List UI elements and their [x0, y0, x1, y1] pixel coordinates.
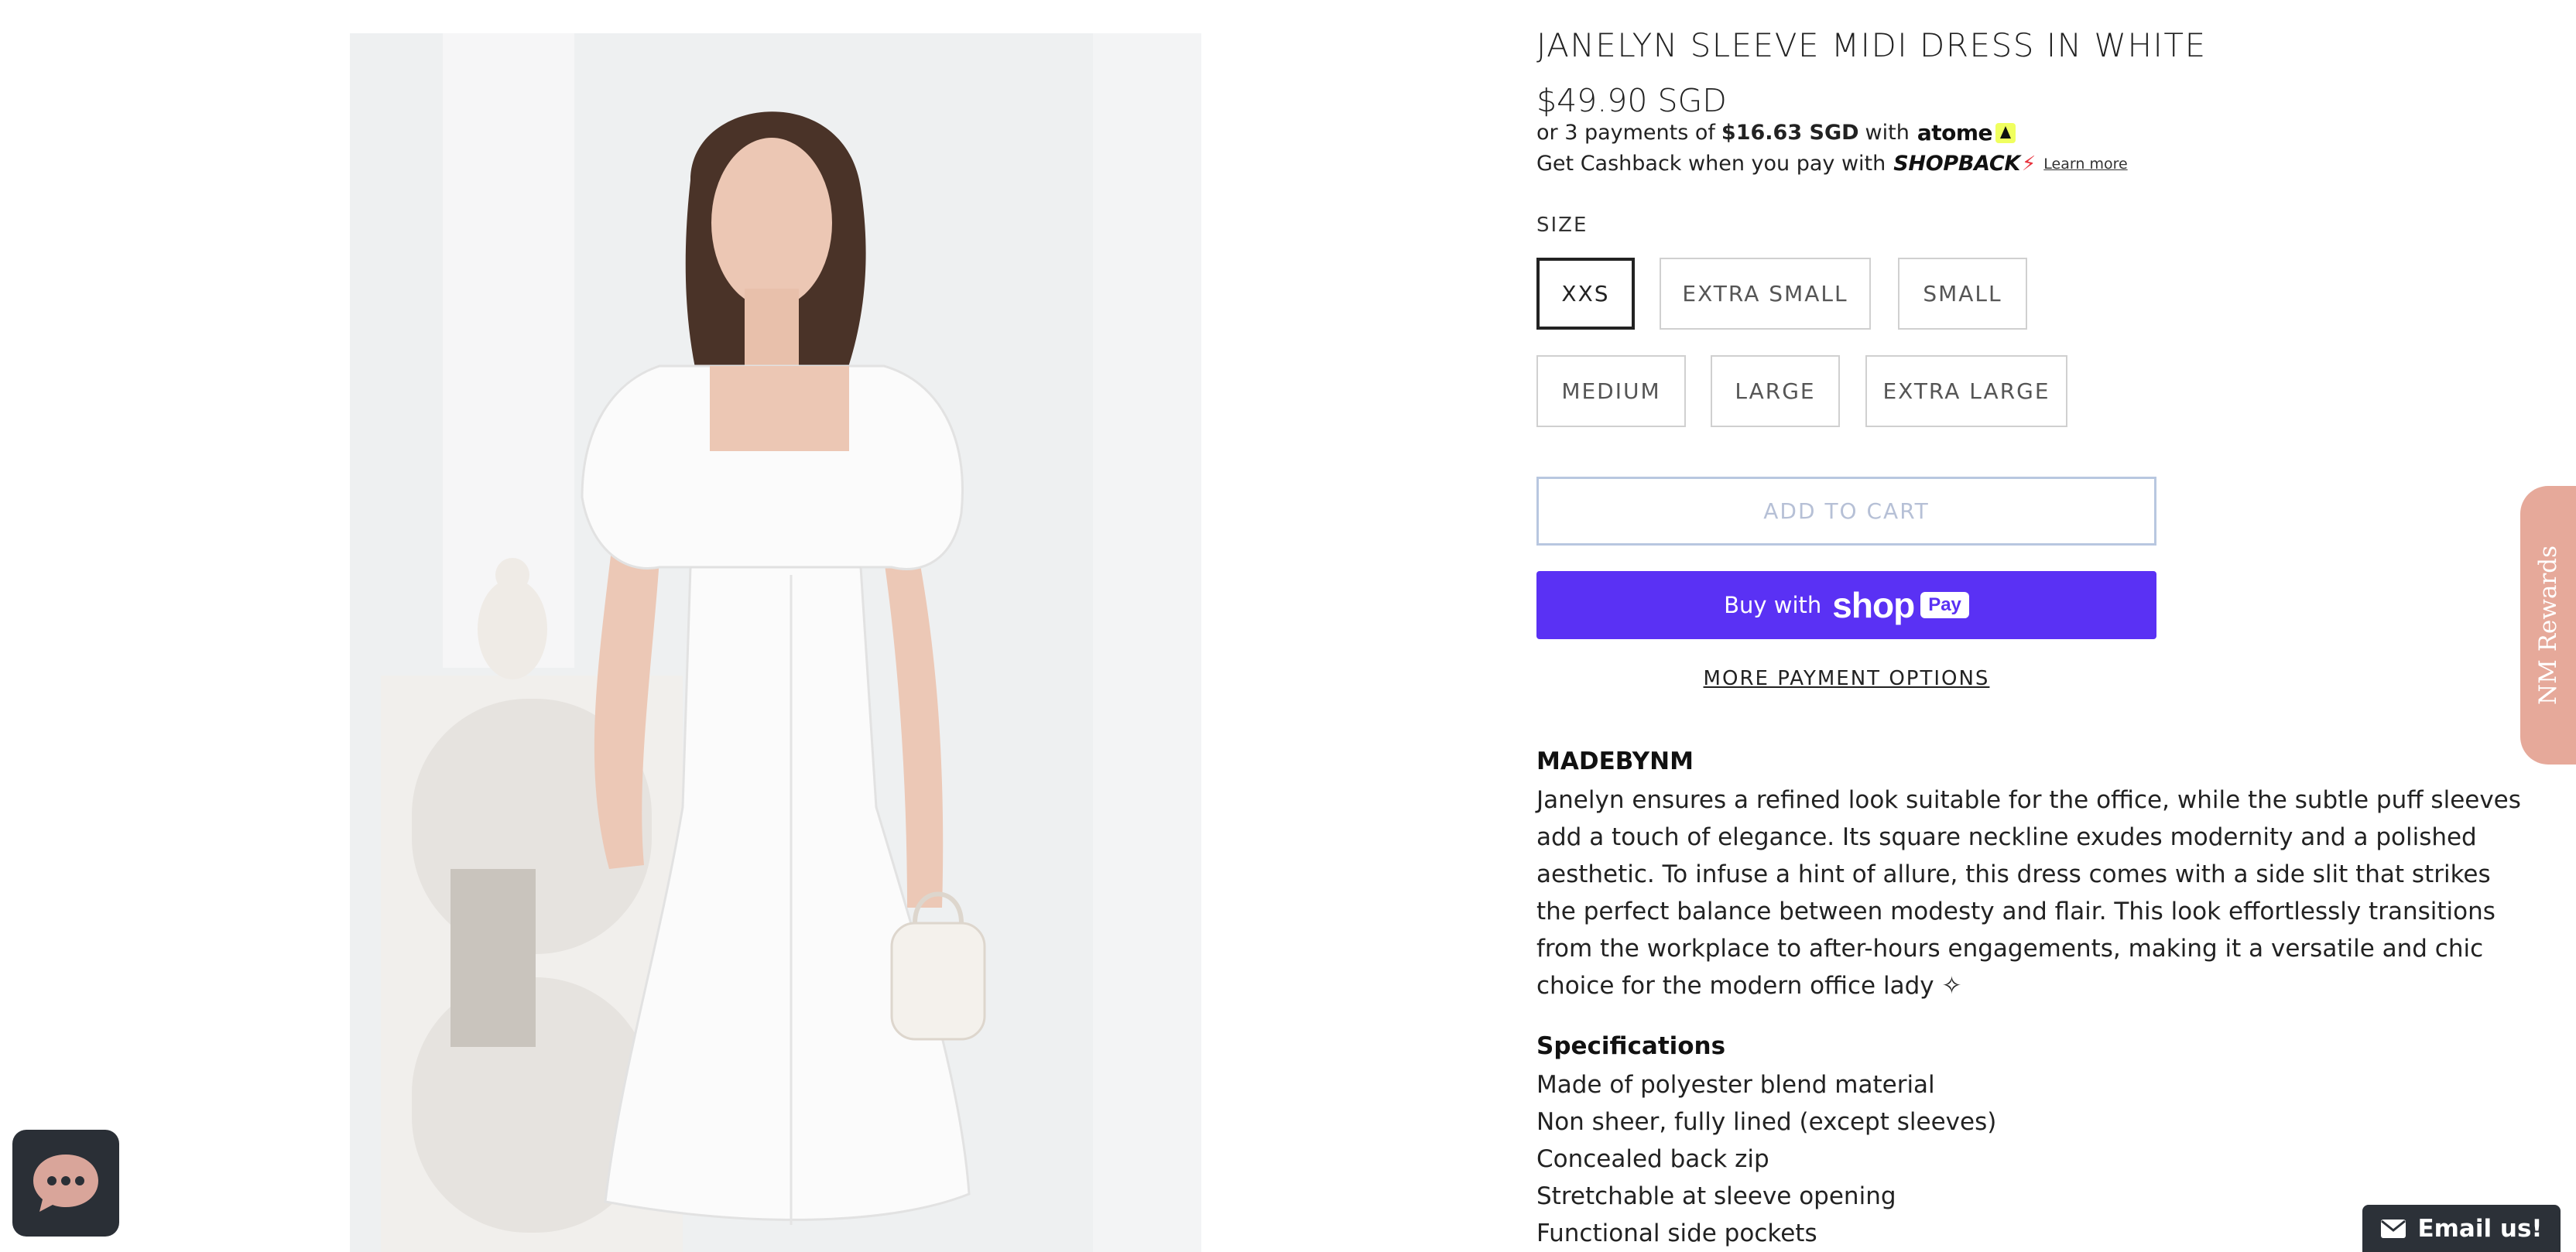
buy-with-label: Buy with: [1724, 592, 1822, 618]
email-us-label: Email us!: [2417, 1214, 2543, 1243]
atome-amount: $16.63 SGD: [1721, 121, 1859, 145]
product-image[interactable]: [350, 33, 1201, 1252]
atome-prefix: or 3 payments of: [1536, 121, 1715, 145]
brand-heading: MADEBYNM: [1536, 747, 1694, 775]
cashback-text: Get Cashback when you pay with: [1536, 152, 1886, 176]
specifications-list: Made of polyester blend material Non she…: [1536, 1066, 1996, 1252]
product-price: $49.90 SGD: [1536, 82, 1727, 119]
shop-pay-button[interactable]: Buy with shop Pay: [1536, 571, 2156, 639]
nm-rewards-tab[interactable]: NM Rewards: [2520, 486, 2576, 765]
add-to-cart-button[interactable]: ADD TO CART: [1536, 477, 2156, 546]
rewards-label: NM Rewards: [2534, 546, 2562, 705]
atome-with: with: [1865, 121, 1910, 145]
cashback-line: Get Cashback when you pay with SHOPBACK …: [1536, 152, 2128, 176]
more-payment-options-link[interactable]: MORE PAYMENT OPTIONS: [1536, 667, 2156, 690]
atome-installments[interactable]: or 3 payments of $16.63 SGD with atome: [1536, 120, 2016, 145]
envelope-icon: [2380, 1219, 2406, 1239]
atome-icon: [1995, 122, 2016, 143]
spec-item: Stretchable at sleeve opening: [1536, 1182, 1896, 1210]
model-photo-illustration: [350, 33, 1201, 1252]
size-option-extra-small[interactable]: EXTRA SMALL: [1660, 258, 1871, 330]
spec-item: Non sheer, fully lined (except sleeves): [1536, 1108, 1997, 1136]
chat-button[interactable]: [12, 1130, 119, 1237]
size-option-large[interactable]: LARGE: [1711, 355, 1840, 427]
product-title: JANELYN SLEEVE MIDI DRESS IN WHITE: [1536, 26, 2207, 64]
spec-item: Concealed back zip: [1536, 1145, 1769, 1173]
spec-item: Made of polyester blend material: [1536, 1071, 1935, 1099]
email-us-button[interactable]: Email us!: [2362, 1205, 2561, 1252]
lightning-icon: ⚡: [2022, 152, 2036, 176]
size-option-extra-large[interactable]: EXTRA LARGE: [1865, 355, 2067, 427]
size-label: SIZE: [1536, 214, 1588, 237]
shopback-logo: SHOPBACK: [1893, 152, 2021, 176]
spec-item: Functional side pockets: [1536, 1220, 1817, 1247]
pay-badge: Pay: [1920, 592, 1969, 618]
chat-icon: [33, 1155, 98, 1212]
specifications-heading: Specifications: [1536, 1032, 1726, 1060]
product-description: Janelyn ensures a refined look suitable …: [1536, 786, 2521, 1000]
learn-more-link[interactable]: Learn more: [2043, 156, 2127, 173]
atome-logo: atome: [1917, 120, 1993, 145]
size-option-xxs[interactable]: XXS: [1536, 258, 1635, 330]
size-option-medium[interactable]: MEDIUM: [1536, 355, 1686, 427]
size-option-small[interactable]: SMALL: [1898, 258, 2027, 330]
shop-logo: shop: [1832, 585, 1915, 625]
